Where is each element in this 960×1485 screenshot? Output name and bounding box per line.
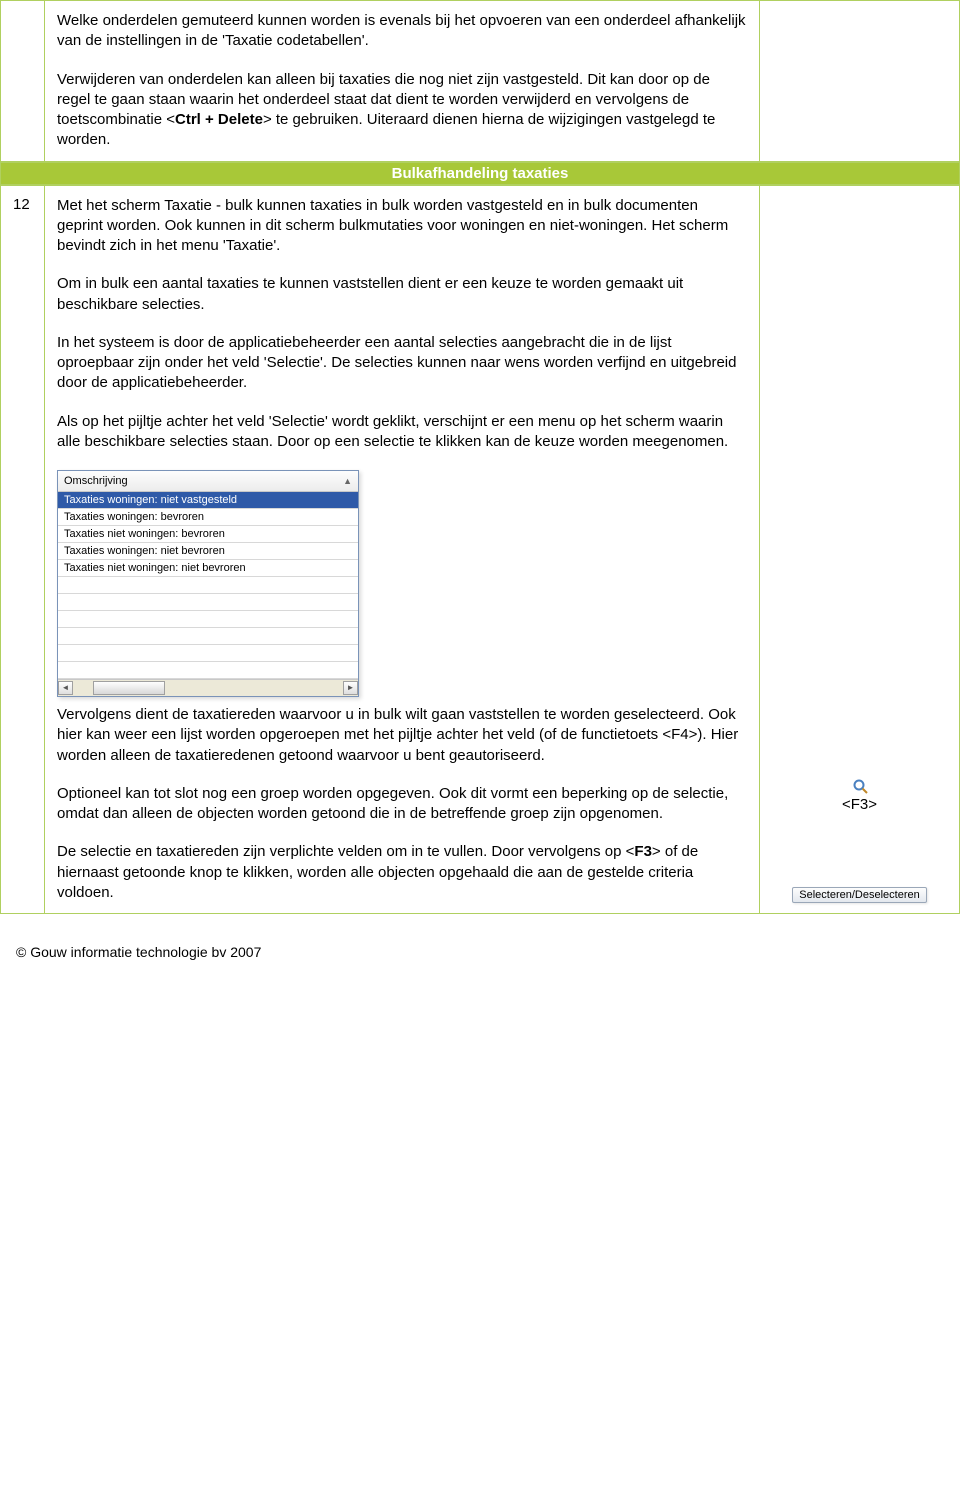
list-item-empty <box>58 662 358 679</box>
list-item-empty <box>58 645 358 662</box>
row1-p2: Verwijderen van onderdelen kan alleen bi… <box>57 70 747 151</box>
list-item-empty <box>58 628 358 645</box>
list-item[interactable]: Taxaties woningen: bevroren <box>58 509 358 526</box>
page-footer: © Gouw informatie technologie bv 2007 <box>0 914 960 970</box>
row2-p2: Om in bulk een aantal taxaties te kunnen… <box>57 274 747 315</box>
row2-p6: Optioneel kan tot slot nog een groep wor… <box>57 784 747 825</box>
row1-p1: Welke onderdelen gemuteerd kunnen worden… <box>57 11 747 52</box>
list-item[interactable]: Taxaties niet woningen: niet bevroren <box>58 560 358 577</box>
scroll-right-icon[interactable]: ► <box>343 681 358 695</box>
scroll-left-icon[interactable]: ◄ <box>58 681 73 695</box>
scroll-thumb[interactable] <box>93 681 165 695</box>
row1-side <box>760 1 960 162</box>
list-item[interactable]: Taxaties woningen: niet vastgesteld <box>58 492 358 509</box>
magnifier-icon <box>852 778 868 794</box>
shortcut-label: <F3> <box>760 796 959 813</box>
row2-p1: Met het scherm Taxatie - bulk kunnen tax… <box>57 196 747 257</box>
section-header: Bulkafhandeling taxaties <box>1 162 959 185</box>
select-deselect-button[interactable]: Selecteren/Deselecteren <box>792 887 926 903</box>
row2-p3: In het systeem is door de applicatiebehe… <box>57 333 747 394</box>
row2-p4: Als op het pijltje achter het veld 'Sele… <box>57 412 747 453</box>
list-item[interactable]: Taxaties niet woningen: bevroren <box>58 526 358 543</box>
row2-content: Met het scherm Taxatie - bulk kunnen tax… <box>45 185 760 914</box>
list-item-empty <box>58 594 358 611</box>
listbox-header: Omschrijving ▲ <box>58 471 358 492</box>
selectie-listbox[interactable]: Omschrijving ▲ Taxaties woningen: niet v… <box>57 470 359 697</box>
row2-side: <F3> Selecteren/Deselecteren <box>760 185 960 914</box>
list-item-empty <box>58 611 358 628</box>
list-item[interactable]: Taxaties woningen: niet bevroren <box>58 543 358 560</box>
document-table: Welke onderdelen gemuteerd kunnen worden… <box>0 0 960 914</box>
sort-icon[interactable]: ▲ <box>343 476 352 486</box>
list-item-empty <box>58 577 358 594</box>
row1-content: Welke onderdelen gemuteerd kunnen worden… <box>45 1 760 162</box>
side-shortcut-block: <F3> <box>760 778 959 813</box>
row2-p7: De selectie en taxatiereden zijn verplic… <box>57 842 747 903</box>
horizontal-scrollbar[interactable]: ◄ ► <box>58 679 358 696</box>
row2-p5: Vervolgens dient de taxatiereden waarvoo… <box>57 705 747 766</box>
row-number-empty <box>1 1 45 162</box>
row-number: 12 <box>1 185 45 914</box>
